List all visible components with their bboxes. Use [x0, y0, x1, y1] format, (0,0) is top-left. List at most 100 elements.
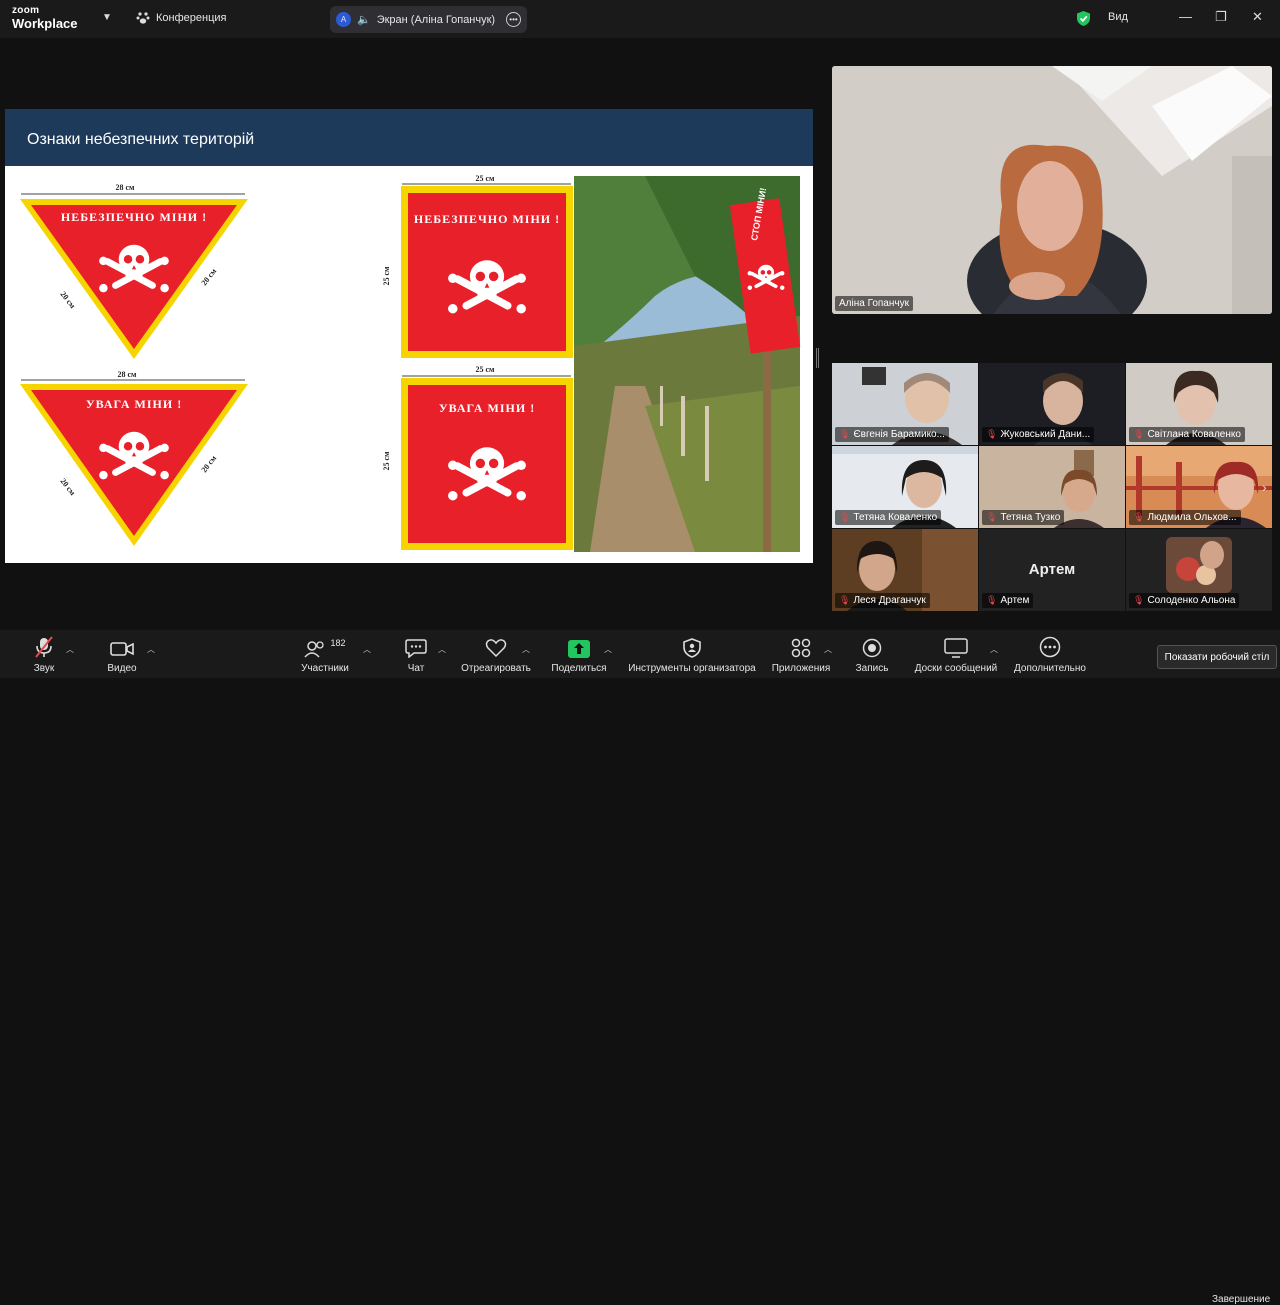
- title-bar: zoom Workplace ▼ Конференция A 🔈 Экран (…: [0, 0, 1280, 38]
- record-label: Запись: [855, 663, 889, 674]
- participants-icon: [304, 641, 325, 658]
- audio-button[interactable]: Звук: [24, 630, 64, 678]
- video-button[interactable]: Видео: [100, 630, 144, 678]
- more-icon: [1039, 636, 1061, 658]
- participant-name-tag: 🎙 Людмила Ольхов...: [1129, 510, 1241, 525]
- participants-button[interactable]: 182 Участники: [296, 630, 354, 678]
- show-desktop-tooltip: Показати робочий стіл: [1157, 645, 1277, 669]
- restore-icon[interactable]: ❐: [1215, 9, 1227, 25]
- participant-tile[interactable]: Артем 🎙 Артем: [979, 529, 1125, 611]
- mine-signs-illustration: 28 см НЕБЕЗПЕЧНО МІНИ ! 20 см 20 см 28 с…: [20, 174, 801, 552]
- share-screen-icon: [568, 640, 590, 658]
- muted-mic-icon: 🎙: [1133, 595, 1145, 605]
- chat-button[interactable]: Чат: [400, 630, 432, 678]
- shield-check-icon[interactable]: [1076, 10, 1091, 27]
- meeting-label: Конференция: [156, 12, 227, 24]
- heart-icon: [485, 639, 507, 658]
- zoom-logo: zoom Workplace: [12, 5, 78, 31]
- record-button[interactable]: Запись: [852, 630, 892, 678]
- dimension-label: 25 см: [476, 174, 496, 183]
- host-tools-button[interactable]: Инструменты организатора: [626, 630, 758, 678]
- speaker-name-tag: Аліна Гопанчук: [835, 296, 913, 311]
- muted-mic-icon: 🎙: [1133, 429, 1145, 439]
- avatar: A: [336, 12, 351, 27]
- danger-square-sign: 25 см 25 см НЕБЕЗПЕЧНО МІНИ !: [382, 174, 573, 358]
- participant-tile[interactable]: 🎙 Людмила Ольхов...: [1126, 446, 1272, 528]
- dimension-label: 25 см: [382, 266, 391, 286]
- muted-mic-icon: 🎙: [1133, 512, 1145, 522]
- speaker-name: Аліна Гопанчук: [839, 298, 909, 309]
- shared-slide: Ознаки небезпечних територій 28 см НЕБЕЗ…: [5, 109, 813, 563]
- end-button[interactable]: Завершение: [1212, 1294, 1270, 1305]
- sign-text: УВАГА МІНИ !: [86, 397, 182, 411]
- apps-button[interactable]: Приложения: [770, 630, 832, 678]
- muted-mic-icon: 🎙: [986, 429, 998, 439]
- participant-tile[interactable]: 🎙 Леся Драганчук: [832, 529, 978, 611]
- chevron-up-icon[interactable]: ︿: [522, 644, 530, 655]
- participant-name-tag: 🎙 Леся Драганчук: [835, 593, 930, 608]
- participant-name-tag: 🎙 Світлана Коваленко: [1129, 427, 1245, 442]
- chevron-up-icon[interactable]: ︿: [824, 644, 832, 655]
- screen-share-indicator[interactable]: A 🔈 Экран (Аліна Гопанчук) •••: [330, 6, 527, 33]
- participant-tile[interactable]: 🎙 Солоденко Альона: [1126, 529, 1272, 611]
- participant-name-tag: 🎙 Солоденко Альона: [1129, 593, 1240, 608]
- warning-square-sign: 25 см 25 см УВАГА МІНИ !: [382, 365, 573, 550]
- muted-mic-icon: [35, 636, 53, 658]
- whiteboards-label: Доски сообщений: [914, 663, 998, 674]
- minefield-photo: СТОП МІНИ!: [574, 176, 801, 552]
- meeting-button[interactable]: Конференция: [136, 11, 226, 25]
- host-tools-label: Инструменты организатора: [628, 663, 756, 674]
- dimension-label: 20 см: [199, 266, 218, 287]
- dimension-label: 25 см: [382, 451, 391, 471]
- meeting-toolbar: Звук ︿ Видео ︿ 182 Участники ︿ Чат ︿ Отр…: [0, 630, 1280, 1305]
- more-button[interactable]: Дополнительно: [1012, 630, 1088, 678]
- muted-mic-icon: 🎙: [986, 512, 998, 522]
- minimize-icon[interactable]: —: [1179, 9, 1192, 24]
- warning-triangle-sign: 28 см УВАГА МІНИ ! 20 см 20 см: [20, 370, 248, 546]
- sign-text: УВАГА МІНИ !: [439, 401, 535, 415]
- close-icon[interactable]: ✕: [1252, 9, 1263, 25]
- participant-tile[interactable]: 🎙 Євгенія Барамико...: [832, 363, 978, 445]
- participant-tile[interactable]: 🎙 Жуковський Дани...: [979, 363, 1125, 445]
- participant-tile[interactable]: 🎙 Тетяна Коваленко: [832, 446, 978, 528]
- apps-label: Приложения: [771, 663, 831, 674]
- slide-header: Ознаки небезпечних територій: [5, 109, 813, 166]
- video-label: Видео: [107, 663, 137, 674]
- whiteboards-button[interactable]: Доски сообщений: [912, 630, 1000, 678]
- video-camera-icon: [110, 642, 134, 656]
- view-button[interactable]: Вид: [1108, 11, 1128, 23]
- participant-gallery: 🎙 Євгенія Барамико... 🎙 Жуковський Дани...…: [832, 363, 1272, 611]
- muted-mic-icon: 🎙: [839, 595, 851, 605]
- panel-resize-handle[interactable]: [816, 348, 819, 368]
- participant-name-tag: 🎙 Євгенія Барамико...: [835, 427, 949, 442]
- participant-tile[interactable]: 🎙 Тетяна Тузко: [979, 446, 1125, 528]
- share-label: Экран (Аліна Гопанчук): [376, 13, 496, 26]
- chevron-up-icon[interactable]: ︿: [604, 644, 612, 655]
- sign-text: НЕБЕЗПЕЧНО МІНИ !: [61, 210, 207, 224]
- participant-placeholder-name: Артем: [1028, 561, 1076, 578]
- sign-text: НЕБЕЗПЕЧНО МІНИ !: [414, 212, 560, 226]
- more-options-icon[interactable]: •••: [506, 12, 521, 27]
- shield-icon: [683, 638, 701, 658]
- speaker-icon: 🔈: [357, 14, 371, 26]
- chevron-right-icon[interactable]: ›: [1262, 479, 1267, 495]
- participants-count: 182: [330, 638, 346, 648]
- chevron-up-icon[interactable]: ︿: [438, 644, 446, 655]
- participants-label: Участники: [301, 663, 349, 674]
- share-button[interactable]: Поделиться: [548, 630, 610, 678]
- participant-name-tag: 🎙 Артем: [982, 593, 1034, 608]
- chevron-up-icon[interactable]: ︿: [990, 644, 998, 655]
- whiteboard-icon: [944, 638, 968, 658]
- chevron-up-icon[interactable]: ︿: [363, 644, 371, 655]
- participant-tile[interactable]: 🎙 Світлана Коваленко: [1126, 363, 1272, 445]
- brand-top: zoom: [12, 5, 40, 16]
- react-label: Отреагировать: [461, 663, 531, 674]
- chevron-up-icon[interactable]: ︿: [66, 644, 74, 655]
- speaker-video-frame: [832, 66, 1272, 314]
- apps-icon: [791, 638, 811, 658]
- active-speaker-video[interactable]: Аліна Гопанчук: [832, 66, 1272, 314]
- dimension-label: 20 см: [58, 477, 77, 498]
- dimension-label: 25 см: [476, 365, 496, 374]
- chevron-down-icon[interactable]: ▼: [102, 12, 112, 23]
- chevron-up-icon[interactable]: ︿: [147, 644, 155, 655]
